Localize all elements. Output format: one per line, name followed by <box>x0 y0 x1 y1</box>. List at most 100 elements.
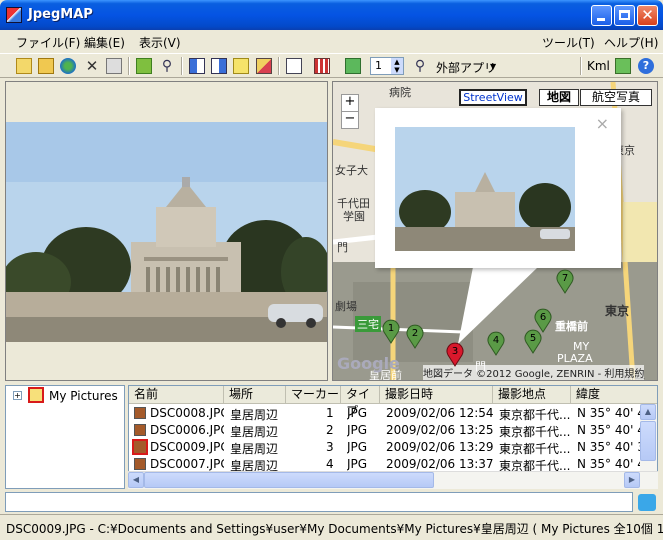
map-pane[interactable]: + − 病院 女子大 千代田 学園 門 劇場 三宅 PLAZA 東京 重橋前 M… <box>332 81 658 381</box>
eraser-icon[interactable] <box>256 58 272 74</box>
open-folder-icon[interactable] <box>16 58 32 74</box>
photo-preview-pane <box>5 81 328 381</box>
cell-point: 東京都千代... <box>499 425 571 439</box>
minimize-icon <box>597 18 605 21</box>
column-header-name[interactable]: 名前 <box>129 386 224 404</box>
comment-input[interactable] <box>5 492 633 512</box>
jpg-file-icon <box>134 407 146 419</box>
delete-icon[interactable]: ✕ <box>84 58 100 74</box>
popup-close-icon[interactable]: × <box>596 114 609 133</box>
close-button[interactable]: ✕ <box>637 5 658 26</box>
cell-lat: N 35° 40' 41 <box>577 423 642 437</box>
calendar-icon[interactable] <box>286 58 302 74</box>
page-number-spinner[interactable]: 1 ▲ ▼ <box>370 57 404 75</box>
cell-name: DSC0006.JPG <box>150 423 224 437</box>
map-marker-label: 1 <box>388 323 394 334</box>
scroll-up-icon[interactable]: ▲ <box>640 404 656 420</box>
table-row[interactable]: DSC0006.JPG 皇居周辺 2 JPG 2009/02/06 13:25:… <box>129 422 657 439</box>
cell-place: 皇居周辺 <box>230 408 279 422</box>
column-header-lat[interactable]: 緯度 <box>571 386 657 404</box>
status-bar: DSC0009.JPG - C:¥Documents and Settings¥… <box>0 514 663 540</box>
maximize-icon <box>619 10 630 20</box>
column-header-date[interactable]: 撮影日時 <box>380 386 493 404</box>
horizontal-scrollbar[interactable]: ◀ ▶ <box>128 471 658 489</box>
folder-tree[interactable]: + My Pictures <box>5 385 125 489</box>
column-header-point[interactable]: 撮影地点 <box>493 386 571 404</box>
menu-view[interactable]: 表示(V) <box>139 34 181 51</box>
folder-icon[interactable] <box>38 58 54 74</box>
edit-icon[interactable] <box>136 58 152 74</box>
scroll-thumb[interactable] <box>640 421 656 461</box>
cell-point: 東京都千代... <box>499 442 571 456</box>
app-icon <box>6 7 22 23</box>
maximize-button[interactable] <box>614 5 635 26</box>
spinner-arrows-icon[interactable]: ▲ ▼ <box>391 58 403 74</box>
table-row-selected[interactable]: DSC0009.JPG 皇居周辺 3 JPG 2009/02/06 13:29:… <box>129 439 657 456</box>
copy-left-icon[interactable] <box>189 58 205 74</box>
rename-icon[interactable] <box>233 58 249 74</box>
status-text: DSC0009.JPG - C:¥Documents and Settings¥… <box>6 522 663 536</box>
cell-name: DSC0007.JPG <box>150 457 224 471</box>
map-marker-label: 5 <box>530 333 536 344</box>
vertical-scrollbar[interactable]: ▲ <box>640 404 657 473</box>
map-marker-label: 7 <box>562 273 568 284</box>
external-app-button[interactable]: 外部アプリ <box>436 59 496 76</box>
tree-expand-icon[interactable]: + <box>13 391 22 400</box>
cell-type: JPG <box>347 457 368 471</box>
jpg-file-icon <box>132 439 148 455</box>
twitter-icon[interactable] <box>638 494 656 511</box>
toolbar-separator <box>580 57 582 75</box>
window-title: JpegMAP <box>28 7 93 22</box>
column-header-place[interactable]: 場所 <box>224 386 286 404</box>
table-row[interactable]: DSC0008.JPG 皇居周辺 1 JPG 2009/02/06 12:54:… <box>129 405 657 422</box>
kml-button[interactable]: Kml <box>587 59 610 73</box>
cell-place: 皇居周辺 <box>230 442 279 456</box>
scroll-left-icon[interactable]: ◀ <box>128 472 144 488</box>
menu-help[interactable]: ヘルプ(H) <box>604 34 658 51</box>
cell-place: 皇居周辺 <box>230 425 279 439</box>
page-number-value: 1 <box>375 59 382 72</box>
cell-type: JPG <box>347 440 368 454</box>
toolbar-separator <box>128 57 130 75</box>
magnifier-icon[interactable]: ⚲ <box>412 58 428 74</box>
map-marker-2[interactable]: 2 <box>405 323 425 349</box>
jpg-file-icon <box>134 424 146 436</box>
map-marker-6[interactable]: 6 <box>533 307 553 333</box>
scroll-right-icon[interactable]: ▶ <box>624 472 640 488</box>
column-header-marker[interactable]: マーカー <box>286 386 341 404</box>
popup-thumbnail <box>395 127 575 251</box>
scroll-thumb-horizontal[interactable] <box>144 472 434 488</box>
map-marker-7[interactable]: 7 <box>555 268 575 294</box>
cell-date: 2009/02/06 12:54:.. <box>386 406 493 420</box>
close-icon: ✕ <box>641 6 654 24</box>
cell-lat: N 35° 40' 41 <box>577 457 642 471</box>
map-marker-4[interactable]: 4 <box>486 330 506 356</box>
print-icon[interactable] <box>106 58 122 74</box>
map-marker-3[interactable]: 3 <box>445 341 465 367</box>
photo-popup[interactable]: × <box>375 108 621 268</box>
cell-name: DSC0009.JPG <box>150 440 224 454</box>
menu-bar: ファイル(F) 編集(E) 表示(V) ツール(T) ヘルプ(H) <box>0 30 663 52</box>
title-bar[interactable]: JpegMAP ✕ <box>0 0 663 30</box>
column-header-type[interactable]: タイプ <box>341 386 380 418</box>
minimize-button[interactable] <box>591 5 612 26</box>
map-marker-label: 3 <box>452 346 458 357</box>
tree-item-my-pictures[interactable]: My Pictures <box>49 389 118 403</box>
search-icon[interactable]: ⚲ <box>159 58 175 74</box>
external-app-dropdown-icon[interactable]: ▼ <box>490 62 496 71</box>
cell-marker: 4 <box>326 457 334 471</box>
export-icon[interactable] <box>615 58 631 74</box>
map-marker-label: 6 <box>540 312 546 323</box>
help-icon[interactable]: ? <box>638 58 654 74</box>
menu-edit[interactable]: 編集(E) <box>84 34 125 51</box>
menu-file[interactable]: ファイル(F) <box>16 34 80 51</box>
copy-right-icon[interactable] <box>211 58 227 74</box>
cell-marker: 2 <box>326 423 334 437</box>
grid-icon[interactable] <box>314 58 330 74</box>
app-window: JpegMAP ✕ ファイル(F) 編集(E) 表示(V) ツール(T) ヘルプ… <box>0 0 663 540</box>
refresh-icon[interactable] <box>345 58 361 74</box>
photo-preview <box>6 82 327 380</box>
map-marker-1[interactable]: 1 <box>381 318 401 344</box>
menu-tools[interactable]: ツール(T) <box>542 34 595 51</box>
globe-icon[interactable] <box>60 58 76 74</box>
